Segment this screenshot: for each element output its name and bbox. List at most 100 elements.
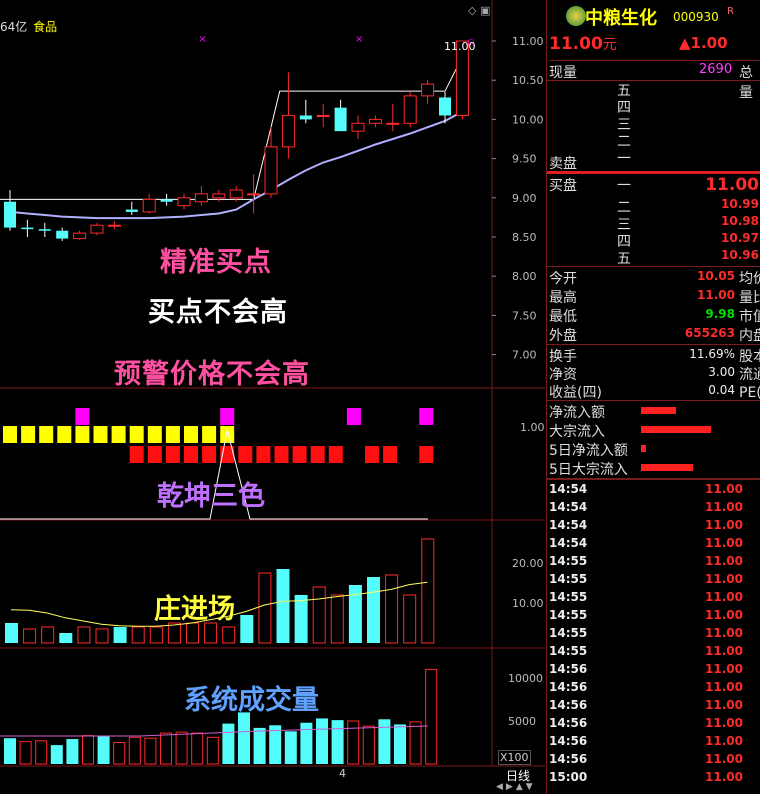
- y-tick-label: 11.00: [512, 35, 544, 48]
- magenta-block: [419, 408, 434, 425]
- magenta-block: [75, 408, 90, 425]
- red-block: [147, 446, 162, 463]
- zhuang-bar: [222, 626, 236, 644]
- volume-bar: [222, 723, 235, 764]
- tick-price: 11.00: [705, 734, 743, 748]
- yellow-block: [93, 426, 108, 443]
- tick-list[interactable]: 14:54 11.00 14:54 11.00 14:54 11.00 14:54 11.00…: [547, 478, 760, 786]
- yellow-block: [39, 426, 54, 443]
- flow-label: 大宗流入: [549, 424, 605, 440]
- y-tick-label: 7.00: [512, 349, 537, 362]
- candle-body: [316, 114, 330, 117]
- red-block: [184, 446, 198, 463]
- bid-level-name: 五: [617, 251, 631, 267]
- stats-block: 今开 10.05 均价最高 11.00 量比最低 9.98 市值外盘 655263 内盘: [547, 266, 760, 344]
- candle-body: [264, 146, 278, 195]
- tick-time: 14:56: [549, 752, 588, 766]
- tick-row: 14:55 11.00: [547, 624, 760, 642]
- volume-bar: [316, 718, 328, 764]
- tick-price: 11.00: [705, 608, 743, 622]
- magenta-block: [220, 408, 235, 425]
- bid-price: 10.99: [721, 197, 759, 211]
- signal-marker: ×: [198, 34, 206, 45]
- nav-arrows[interactable]: ◀▶▲▼: [496, 782, 536, 792]
- chart-area[interactable]: 11.00 10.50 10.00 9.50 9.00 8.50 8.00 7.50 7.00 ×…: [0, 0, 545, 794]
- flow-label: 净流入额: [549, 405, 605, 421]
- red-block: [274, 446, 289, 463]
- tick-price: 11.00: [705, 554, 743, 568]
- chart-settings-icons[interactable]: ◇ ▣: [468, 4, 490, 17]
- tick-time: 14:54: [549, 536, 588, 550]
- header-info: 64亿 食品: [0, 18, 57, 35]
- chart-svg[interactable]: 11.00 10.50 10.00 9.50 9.00 8.50 8.00 7.50 7.00 ×…: [0, 0, 545, 794]
- tick-row: 14:55 11.00: [547, 606, 760, 624]
- tick-time: 14:55: [549, 626, 588, 640]
- orderbook-divider: [547, 171, 760, 174]
- zhuang-bar: [385, 574, 399, 644]
- bid-price: 11.00: [705, 175, 759, 195]
- stat-label: 最高: [549, 290, 577, 306]
- stat2-label: 收益(四): [549, 385, 602, 401]
- stat-row: 最低 9.98 市值: [547, 305, 760, 325]
- zhuang-bar: [95, 628, 109, 644]
- stat2-row: 收益(四) 0.04 PE(动): [547, 381, 760, 401]
- logo-icon: [566, 6, 586, 26]
- stats-block-2: 换手11.69%股本净资3.00流通收益(四) 0.04 PE(动): [547, 344, 760, 401]
- yellow-block: [220, 426, 235, 443]
- orderbook: 五四三二一 卖盘 买盘 一 11.00 二 10.99 三 10.98 四 10.97 五 10.…: [547, 80, 760, 267]
- flag-r: R: [727, 6, 734, 17]
- volume-bar: [113, 742, 126, 765]
- volume-tick-label: 10000: [508, 672, 543, 685]
- zhuang-tick-label: 20.00: [512, 557, 544, 570]
- stat-value: 11.00: [697, 288, 735, 302]
- tick-price: 11.00: [705, 482, 743, 496]
- bid-label: 买盘: [549, 178, 577, 194]
- magenta-block: [346, 408, 361, 425]
- tick-row: 14:54 11.00: [547, 516, 760, 534]
- yellow-block: [111, 426, 126, 443]
- zhuang-bar: [77, 626, 91, 644]
- yellow-block: [57, 426, 72, 443]
- stat-label: 最低: [549, 309, 577, 325]
- volume-bar: [394, 724, 406, 764]
- red-block: [365, 446, 379, 463]
- last-price: 11.00: [549, 34, 603, 54]
- candle-body: [247, 193, 261, 196]
- ma-line: [9, 110, 463, 220]
- candle-body: [90, 224, 104, 234]
- zhuang-bar: [131, 626, 145, 644]
- volume-bar: [82, 735, 94, 765]
- red-block: [310, 446, 325, 463]
- bid-level: 一 11.00: [617, 175, 760, 197]
- zhuang-bar: [403, 594, 417, 644]
- price-change: ▲1.00: [679, 34, 728, 52]
- date-marker: 4: [339, 767, 346, 780]
- stat-row: 外盘 655263 内盘: [547, 324, 760, 344]
- flow-row: 5日净流入额: [547, 439, 760, 459]
- candle-body: [229, 189, 243, 199]
- zhuang-label: 庄进场: [154, 594, 235, 625]
- tick-time: 14:56: [549, 716, 588, 730]
- candle-body: [56, 230, 69, 239]
- candle-body: [194, 193, 208, 203]
- flow-label: 5日净流入额: [549, 443, 628, 459]
- ask-level: 一: [617, 151, 631, 167]
- flow-label: 5日大宗流入: [549, 462, 628, 478]
- stat-row: 最高 11.00 量比: [547, 286, 760, 306]
- tick-time: 14:55: [549, 608, 588, 622]
- zhuang-bar: [294, 595, 308, 643]
- tick-time: 14:54: [549, 482, 588, 496]
- volume-bar: [144, 737, 157, 765]
- zhuang-bar: [204, 622, 218, 644]
- red-block: [165, 446, 180, 463]
- volume-bar: [50, 745, 63, 764]
- zhuang-bar: [258, 572, 272, 644]
- annotation-not-high: 买点不会高: [148, 297, 288, 328]
- candle-body: [160, 199, 173, 202]
- red-block: [129, 446, 144, 463]
- zhuang-bar: [41, 626, 55, 644]
- bid-level: 三 10.98: [617, 214, 760, 233]
- bid-level: 五 10.96: [617, 248, 760, 267]
- tick-time: 14:55: [549, 572, 588, 586]
- tick-row: 14:55 11.00: [547, 642, 760, 660]
